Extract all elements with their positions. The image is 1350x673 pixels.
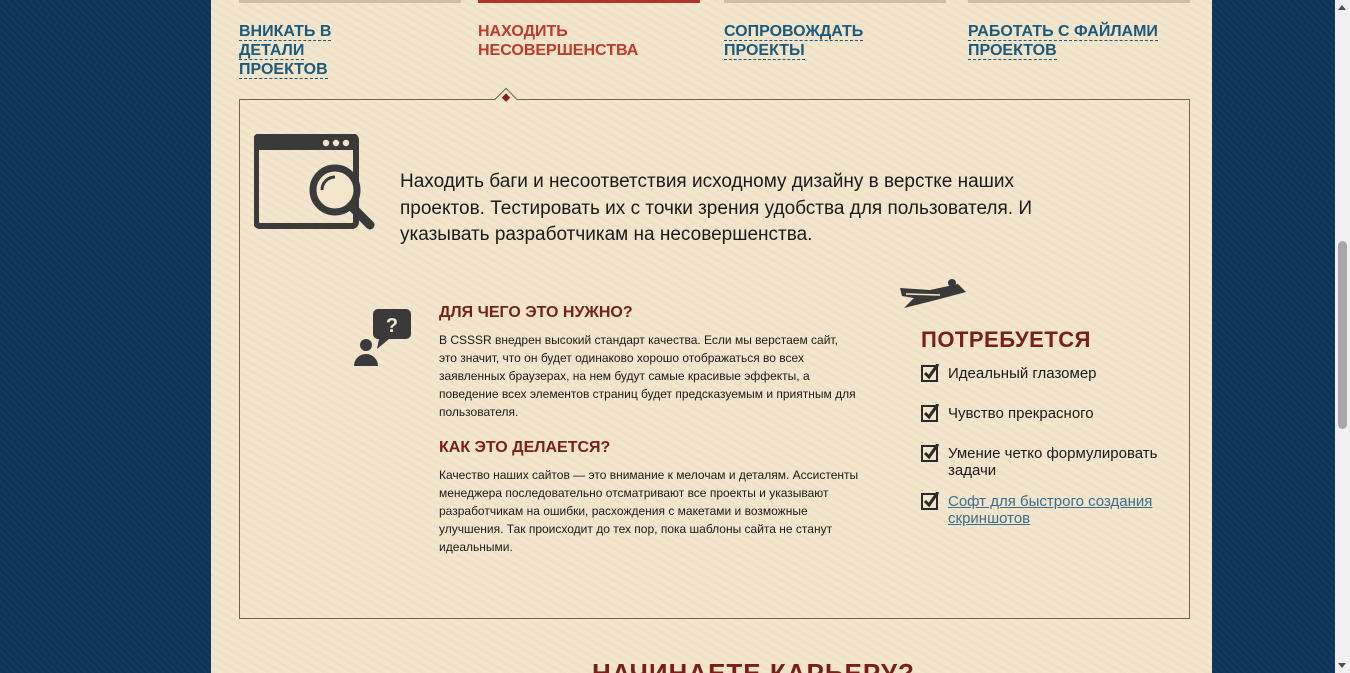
tab-content-card: Находить баги и несоответствия исходному… bbox=[239, 87, 1190, 619]
tab-top-line bbox=[239, 0, 461, 3]
why-title: ДЛЯ ЧЕГО ЭТО НУЖНО? bbox=[439, 304, 633, 321]
tab-top-line bbox=[968, 0, 1190, 3]
checkbox-checked-icon bbox=[921, 444, 939, 462]
checkbox-checked-icon bbox=[921, 364, 939, 382]
tab-top-line bbox=[478, 0, 700, 3]
scroll-up-arrow-icon[interactable] bbox=[1338, 5, 1346, 10]
tab-imperfections[interactable]: НАХОДИТЬ НЕСОВЕРШЕНСТВА bbox=[478, 0, 700, 59]
tab-label[interactable]: НАХОДИТЬ НЕСОВЕРШЕНСТВА bbox=[478, 22, 658, 60]
checkbox-checked-icon bbox=[921, 492, 939, 510]
tab-details[interactable]: ВНИКАТЬ В ДЕТАЛИ ПРОЕКТОВ bbox=[239, 0, 461, 79]
requirement-item: Чувство прекрасного bbox=[921, 404, 1171, 422]
tab-files[interactable]: РАБОТАТЬ С ФАЙЛАМИ ПРОЕКТОВ bbox=[968, 0, 1190, 60]
requirement-item: Умение четко формулировать задачи bbox=[921, 444, 1171, 479]
tab-label[interactable]: СОПРОВОЖДАТЬ ПРОЕКТЫ bbox=[724, 22, 874, 60]
requirements-list: Идеальный глазомер Чувство прекрасного У… bbox=[921, 364, 1171, 527]
page-paper: ВНИКАТЬ В ДЕТАЛИ ПРОЕКТОВ НАХОДИТЬ НЕСОВ… bbox=[211, 0, 1212, 673]
page-scrollbar[interactable] bbox=[1335, 0, 1350, 673]
how-title: КАК ЭТО ДЕЛАЕТСЯ? bbox=[439, 439, 611, 456]
requirement-item: Идеальный глазомер bbox=[921, 364, 1171, 382]
requirement-item: Софт для быстрого создания скриншотов bbox=[921, 492, 1171, 527]
tab-top-line bbox=[724, 0, 946, 3]
how-text: Качество наших сайтов — это внимание к м… bbox=[439, 468, 859, 554]
intro-text: Находить баги и несоответствия исходному… bbox=[400, 171, 1033, 245]
scrollbar-thumb[interactable] bbox=[1338, 241, 1347, 429]
tab-support[interactable]: СОПРОВОЖДАТЬ ПРОЕКТЫ bbox=[724, 0, 946, 60]
scroll-down-arrow-icon[interactable] bbox=[1338, 663, 1346, 668]
next-section-heading: НАЧИНАЕТЕ КАРЬЕРУ? bbox=[592, 658, 915, 673]
checkbox-checked-icon bbox=[921, 404, 939, 422]
screenshot-software-link[interactable]: Софт для быстрого создания скриншотов bbox=[948, 493, 1152, 527]
tab-label[interactable]: РАБОТАТЬ С ФАЙЛАМИ ПРОЕКТОВ bbox=[968, 22, 1158, 60]
browser-magnifier-icon bbox=[254, 134, 375, 230]
tab-label[interactable]: ВНИКАТЬ В ДЕТАЛИ ПРОЕКТОВ bbox=[239, 22, 389, 79]
svg-text:?: ? bbox=[386, 315, 398, 337]
flying-person-icon bbox=[900, 279, 966, 308]
requirements-title: ПОТРЕБУЕТСЯ bbox=[921, 327, 1091, 352]
skills-tabs: ВНИКАТЬ В ДЕТАЛИ ПРОЕКТОВ НАХОДИТЬ НЕСОВ… bbox=[239, 0, 1194, 100]
person-question-icon: ? bbox=[354, 309, 411, 366]
why-text: В CSSSR внедрен высокий стандарт качеств… bbox=[439, 333, 856, 419]
